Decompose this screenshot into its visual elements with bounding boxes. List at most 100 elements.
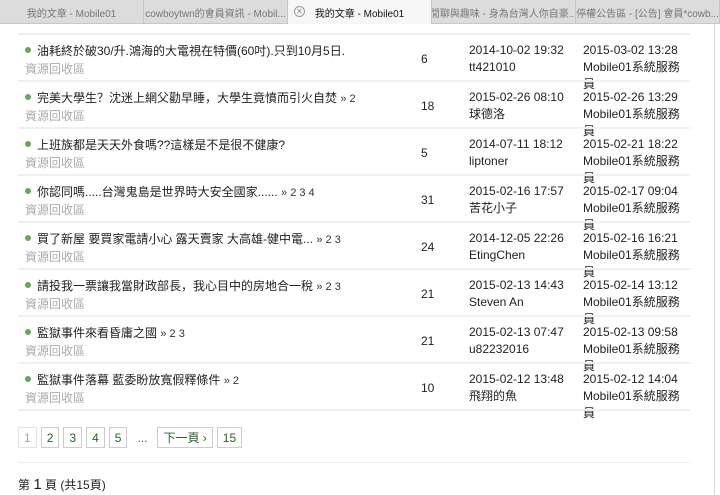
created-cell: 2014-12-05 22:26 EtingChen bbox=[469, 230, 564, 264]
page-4-link[interactable]: 4 bbox=[86, 427, 105, 448]
topic-title-cell: 油耗終於破30/升.鴻海的大電視在特價(60吋).只到10月5日. bbox=[25, 42, 345, 59]
page-info: 第 1 頁 (共15頁) bbox=[18, 476, 106, 493]
reply-count: 21 bbox=[421, 287, 435, 301]
author-link[interactable]: 球德洛 bbox=[469, 106, 564, 123]
tab-label: cowboytwn的會員資訊 - Mobil... bbox=[145, 8, 286, 20]
reply-count: 18 bbox=[421, 99, 435, 113]
reply-count: 31 bbox=[421, 193, 435, 207]
created-cell: 2015-02-13 14:43 Steven An bbox=[469, 277, 564, 311]
created-cell: 2014-07-11 18:12 liptoner bbox=[469, 136, 563, 170]
author-link[interactable]: u82232016 bbox=[469, 341, 564, 358]
topic-title-cell: 請投我一票讓我當財政部長，我心目中的房地合一稅 » 2 3 bbox=[25, 277, 341, 294]
topic-link[interactable]: 監獄事件落幕 藍委盼放寬假釋條件 bbox=[37, 373, 220, 387]
author-link[interactable]: Steven An bbox=[469, 294, 564, 311]
table-row: 監獄事件來看昏庸之國 » 2 3 資源回收區 21 2015-02-13 07:47 u… bbox=[18, 315, 690, 373]
table-row: 請投我一票讓我當財政部長，我心目中的房地合一稅 » 2 3 資源回收區 21 2015… bbox=[18, 268, 690, 326]
table-row: 油耗終於破30/升.鴻海的大電視在特價(60吋).只到10月5日. 資源回收區 6… bbox=[18, 33, 690, 91]
topic-link[interactable]: 請投我一票讓我當財政部長，我心目中的房地合一稅 bbox=[37, 279, 313, 293]
browser-tab[interactable]: 停權公告區 - [公告] 會員*cowb... bbox=[576, 0, 720, 24]
created-time: 2014-12-05 22:26 bbox=[469, 231, 564, 245]
last-reply-time: 2015-02-26 13:29 bbox=[583, 90, 678, 104]
browser-tab-bar: 我的文章 - Mobile01 cowboytwn的會員資訊 - Mobil..… bbox=[0, 0, 720, 24]
created-time: 2015-02-16 17:57 bbox=[469, 184, 564, 198]
topic-page-links[interactable]: » 2 3 4 bbox=[281, 187, 315, 199]
browser-tab[interactable]: 閒聊與趣味 - 身為台灣人你自豪... bbox=[432, 0, 576, 24]
status-dot-icon bbox=[25, 329, 31, 335]
author-link[interactable]: liptoner bbox=[469, 153, 563, 170]
table-row: 你認同嗎.....台灣鬼島是世界時大安全國家...... » 2 3 4 資源回收… bbox=[18, 174, 690, 232]
topic-link[interactable]: 完美大學生？沈迷上網父勸早睡，大學生竟憤而引火自焚 bbox=[37, 91, 337, 105]
created-cell: 2015-02-26 08:10 球德洛 bbox=[469, 89, 564, 123]
reply-count: 5 bbox=[421, 146, 428, 160]
created-time: 2015-02-13 07:47 bbox=[469, 325, 564, 339]
tab-label: 停權公告區 - [公告] 會員*cowb... bbox=[576, 8, 719, 20]
author-link[interactable]: 苦花小子 bbox=[469, 200, 564, 217]
status-dot-icon bbox=[25, 376, 31, 382]
created-cell: 2015-02-16 17:57 苦花小子 bbox=[469, 183, 564, 217]
table-row: 買了新屋 要買家電請小心 露天賣家 大高雄-健中電... » 2 3 資源回收區 2… bbox=[18, 221, 690, 279]
topic-link[interactable]: 油耗終於破30/升.鴻海的大電視在特價(60吋).只到10月5日. bbox=[37, 44, 345, 58]
forum-name[interactable]: 資源回收區 bbox=[25, 342, 85, 359]
page-3-link[interactable]: 3 bbox=[63, 427, 83, 448]
topic-title-cell: 上班族都是天天外食嗎??這樣是不是很不健康? bbox=[25, 136, 285, 153]
scrollbar-track[interactable] bbox=[714, 24, 715, 495]
topic-title-cell: 你認同嗎.....台灣鬼島是世界時大安全國家...... » 2 3 4 bbox=[25, 183, 315, 200]
forum-name[interactable]: 資源回收區 bbox=[25, 60, 85, 77]
created-time: 2015-02-13 14:43 bbox=[469, 278, 564, 292]
topic-page-links[interactable]: » 2 3 bbox=[316, 234, 340, 246]
tab-label: 閒聊與趣味 - 身為台灣人你自豪... bbox=[432, 8, 576, 20]
close-icon[interactable]: ✕ bbox=[294, 6, 305, 17]
page-1-current: 1 bbox=[18, 427, 37, 448]
created-time: 2014-10-02 19:32 bbox=[469, 43, 564, 57]
topic-link[interactable]: 買了新屋 要買家電請小心 露天賣家 大高雄-健中電... bbox=[37, 232, 313, 246]
created-time: 2014-07-11 18:12 bbox=[469, 137, 563, 151]
reply-count: 10 bbox=[421, 381, 435, 395]
author-link[interactable]: EtingChen bbox=[469, 247, 564, 264]
tab-label: 我的文章 - Mobile01 bbox=[26, 8, 117, 20]
next-page-link[interactable]: 下一頁 › bbox=[157, 427, 213, 448]
last-reply-time: 2015-03-02 13:28 bbox=[583, 43, 678, 57]
table-row: 上班族都是天天外食嗎??這樣是不是很不健康? 資源回收區 5 2014-07-11 … bbox=[18, 127, 690, 185]
last-reply-time: 2015-02-13 09:58 bbox=[583, 325, 678, 339]
tab-label: 我的文章 - Mobile01 bbox=[314, 8, 405, 20]
topic-page-links[interactable]: » 2 bbox=[224, 375, 239, 387]
browser-tab[interactable]: cowboytwn的會員資訊 - Mobil... bbox=[144, 0, 288, 24]
table-row: 監獄事件落幕 藍委盼放寬假釋條件 » 2 資源回收區 10 2015-02-12 13… bbox=[18, 362, 690, 420]
forum-name[interactable]: 資源回收區 bbox=[25, 295, 85, 312]
reply-count: 6 bbox=[421, 52, 428, 66]
forum-name[interactable]: 資源回收區 bbox=[25, 389, 85, 406]
last-page-link[interactable]: 15 bbox=[216, 427, 243, 448]
page-5-link[interactable]: 5 bbox=[108, 427, 128, 448]
forum-name[interactable]: 資源回收區 bbox=[25, 154, 85, 171]
last-reply-cell: 2015-02-12 14:04 Mobile01系統服務員 bbox=[583, 371, 690, 422]
topic-link[interactable]: 你認同嗎.....台灣鬼島是世界時大安全國家...... bbox=[37, 185, 278, 199]
topic-page-links[interactable]: » 2 bbox=[340, 93, 355, 105]
forum-name[interactable]: 資源回收區 bbox=[25, 201, 85, 218]
pagination-ellipsis: ... bbox=[137, 430, 148, 445]
topic-link[interactable]: 監獄事件來看昏庸之國 bbox=[37, 326, 157, 340]
author-link[interactable]: tt421010 bbox=[469, 59, 564, 76]
status-dot-icon bbox=[25, 47, 31, 53]
topic-page-links[interactable]: » 2 3 bbox=[160, 328, 184, 340]
status-dot-icon bbox=[25, 141, 31, 147]
divider bbox=[18, 409, 690, 411]
created-cell: 2014-10-02 19:32 tt421010 bbox=[469, 42, 564, 76]
status-dot-icon bbox=[25, 188, 31, 194]
page-info-current: 1 bbox=[33, 476, 42, 493]
last-reply-time: 2015-02-16 16:21 bbox=[583, 231, 678, 245]
page-info-suffix: 頁 (共15頁) bbox=[45, 478, 106, 492]
last-reply-time: 2015-02-12 14:04 bbox=[583, 372, 678, 386]
author-link[interactable]: 飛翔的魚 bbox=[469, 388, 564, 405]
topic-link[interactable]: 上班族都是天天外食嗎??這樣是不是很不健康? bbox=[37, 138, 285, 152]
browser-tab[interactable]: 我的文章 - Mobile01 bbox=[0, 0, 144, 24]
forum-name[interactable]: 資源回收區 bbox=[25, 248, 85, 265]
pagination: 1 2 3 4 5 ... 下一頁 › 15 bbox=[18, 427, 243, 448]
last-reply-author[interactable]: Mobile01系統服務員 bbox=[583, 388, 690, 422]
page-2-link[interactable]: 2 bbox=[40, 427, 60, 448]
forum-name[interactable]: 資源回收區 bbox=[25, 107, 85, 124]
status-dot-icon bbox=[25, 235, 31, 241]
reply-count: 21 bbox=[421, 334, 435, 348]
created-cell: 2015-02-12 13:48 飛翔的魚 bbox=[469, 371, 564, 405]
topic-page-links[interactable]: » 2 3 bbox=[316, 281, 340, 293]
browser-tab-active[interactable]: ✕ 我的文章 - Mobile01 bbox=[288, 0, 432, 24]
